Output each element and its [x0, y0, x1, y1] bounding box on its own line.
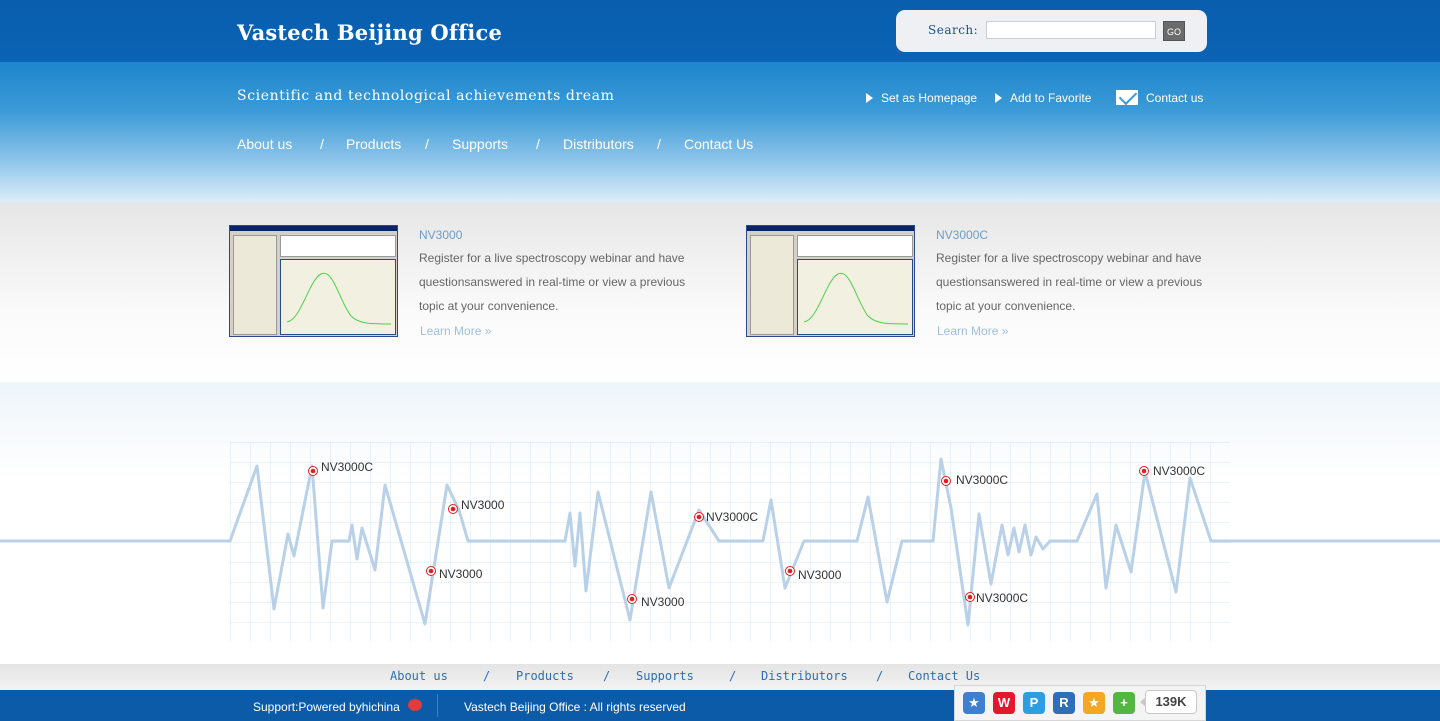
nav-separator: / — [320, 136, 324, 152]
nav-separator: / — [425, 136, 429, 152]
nav-item-contact-us[interactable]: Contact Us — [684, 136, 753, 152]
wave-markers: NV3000C NV3000 NV3000 NV3000 NV3000C NV3… — [308, 460, 1206, 610]
product-description: Register for a live spectroscopy webinar… — [936, 251, 1203, 313]
footer-nav-supports[interactable]: Supports — [636, 669, 694, 683]
nav-item-about-us[interactable]: About us — [237, 136, 292, 152]
product-screenshot[interactable] — [746, 225, 915, 337]
bottom-bar: Support:Powered byhichina Vastech Beijin… — [0, 690, 1440, 721]
nav-item-products[interactable]: Products — [346, 136, 401, 152]
learn-more-link[interactable]: Learn More » — [937, 324, 1008, 338]
marker-label: NV3000C — [976, 591, 1028, 605]
marker-label: NV3000C — [321, 460, 373, 474]
spectrum-curve-icon — [286, 272, 392, 325]
hichina-icon[interactable] — [408, 699, 422, 711]
wave-marker[interactable]: NV3000 — [627, 594, 685, 610]
nav-separator: / — [536, 136, 540, 152]
waveform-graphic: NV3000C NV3000 NV3000 NV3000 NV3000C NV3… — [0, 457, 1440, 627]
product-title[interactable]: NV3000C — [936, 228, 988, 242]
footer-nav: About us / Products / Supports / Distrib… — [0, 664, 1440, 690]
waveform-line — [0, 457, 1440, 627]
footer-nav-about-us[interactable]: About us — [390, 669, 448, 683]
weibo-icon[interactable]: W — [993, 692, 1015, 714]
nav-item-distributors[interactable]: Distributors — [563, 136, 634, 152]
share-count[interactable]: 139K — [1140, 690, 1197, 714]
product-card-nv3000c: NV3000C Register for a live spectroscopy… — [746, 225, 1226, 340]
favorite-star-icon[interactable]: ★ — [963, 692, 985, 714]
wave-marker[interactable]: NV3000 — [785, 566, 842, 583]
marker-label: NV3000 — [641, 595, 685, 609]
products-section: NV3000 Register for a live spectroscopy … — [0, 202, 1440, 383]
wave-marker[interactable]: NV3000 — [426, 566, 483, 582]
marker-label: NV3000C — [706, 510, 758, 524]
support-text[interactable]: Support:Powered byhichina — [253, 700, 400, 714]
wave-marker[interactable]: NV3000C — [941, 473, 1009, 487]
search-label: Search: — [928, 23, 979, 37]
waveform-section: NV3000C NV3000 NV3000 NV3000 NV3000C NV3… — [0, 382, 1440, 664]
contact-us-link[interactable]: Contact us — [1116, 89, 1203, 107]
search-input[interactable] — [986, 21, 1156, 39]
add-favorite-link[interactable]: Add to Favorite — [995, 89, 1091, 107]
marker-label: NV3000C — [956, 473, 1008, 487]
thumb-info — [280, 235, 396, 257]
thumb-panel — [233, 235, 277, 335]
marker-label: NV3000 — [439, 567, 483, 581]
share-more-icon[interactable]: + — [1113, 692, 1135, 714]
qzone-icon[interactable]: ★ — [1083, 692, 1105, 714]
set-homepage-link[interactable]: Set as Homepage — [866, 89, 977, 107]
footer-nav-distributors[interactable]: Distributors — [761, 669, 848, 683]
product-screenshot[interactable] — [229, 225, 398, 337]
thumb-panel — [750, 235, 794, 335]
footer-nav-separator: / — [483, 669, 491, 683]
footer-divider — [437, 694, 438, 717]
spectrum-curve-icon — [803, 272, 909, 325]
product-title[interactable]: NV3000 — [419, 228, 462, 242]
share-widget: ★ W P R ★ + 139K — [954, 685, 1206, 721]
footer-nav-contact-us[interactable]: Contact Us — [908, 669, 980, 683]
tagline: Scientific and technological achievement… — [237, 88, 615, 104]
arrow-right-icon — [866, 93, 873, 103]
thumb-spectrum — [797, 259, 913, 335]
marker-label: NV3000 — [461, 498, 505, 512]
footer-nav-separator: / — [603, 669, 611, 683]
marker-label: NV3000 — [798, 568, 842, 582]
banner: Scientific and technological achievement… — [0, 62, 1440, 202]
nav-separator: / — [657, 136, 661, 152]
footer-nav-separator: / — [876, 669, 884, 683]
marker-label: NV3000C — [1153, 464, 1205, 478]
thumb-titlebar — [230, 226, 397, 231]
product-card-nv3000: NV3000 Register for a live spectroscopy … — [229, 225, 709, 340]
product-description: Register for a live spectroscopy webinar… — [419, 251, 686, 313]
footer-nav-products[interactable]: Products — [516, 669, 574, 683]
search-go-button[interactable]: GO — [1163, 21, 1185, 41]
learn-more-link[interactable]: Learn More » — [420, 324, 491, 338]
search-box: Search: GO — [896, 10, 1207, 52]
footer-nav-separator: / — [729, 669, 737, 683]
mail-icon — [1116, 90, 1138, 105]
thumb-titlebar — [747, 226, 914, 231]
wave-marker[interactable]: NV3000C — [1139, 464, 1206, 478]
thumb-info — [797, 235, 913, 257]
wave-marker[interactable]: NV3000C — [308, 460, 374, 476]
renren-icon[interactable]: R — [1053, 692, 1075, 714]
copyright-text: Vastech Beijing Office : All rights rese… — [464, 700, 686, 714]
wave-marker[interactable]: NV3000C — [965, 591, 1029, 605]
pengyou-icon[interactable]: P — [1023, 692, 1045, 714]
site-title[interactable]: Vastech Beijing Office — [237, 20, 502, 45]
nav-item-supports[interactable]: Supports — [452, 136, 508, 152]
arrow-right-icon — [995, 93, 1002, 103]
top-header: Vastech Beijing Office Search: GO — [0, 0, 1440, 62]
thumb-spectrum — [280, 259, 396, 335]
